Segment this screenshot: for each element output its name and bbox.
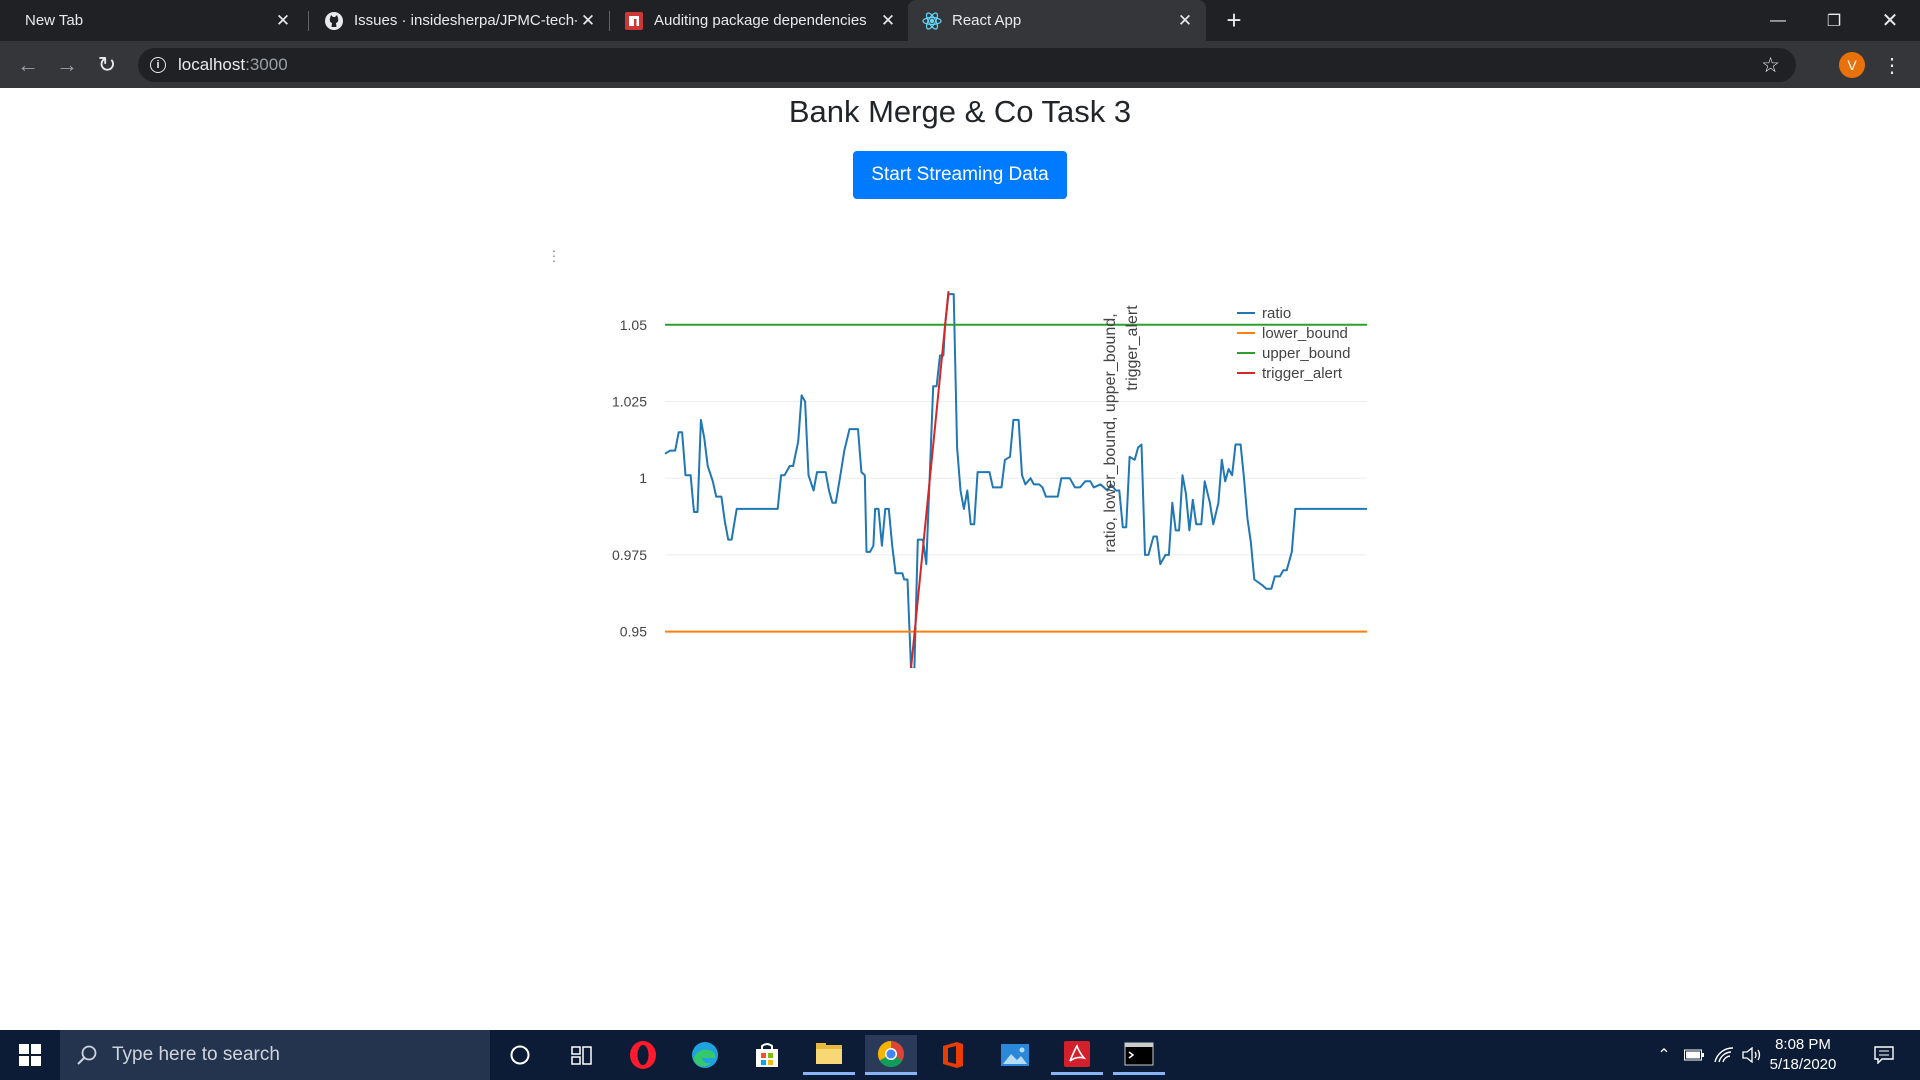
- legend-label: upper_bound: [1262, 345, 1350, 362]
- edge-icon[interactable]: [679, 1035, 731, 1075]
- legend-label: trigger_alert: [1262, 365, 1343, 382]
- page-title: Bank Merge & Co Task 3: [788, 94, 1132, 129]
- store-icon[interactable]: [741, 1035, 793, 1075]
- tab-github-issues[interactable]: Issues · insidesherpa/JPMC-tech- ✕: [312, 0, 607, 41]
- battery-icon[interactable]: [1682, 1030, 1706, 1080]
- y-axis-label-line1: ratio, lower_bound, upper_bound,: [1102, 313, 1119, 552]
- restore-icon[interactable]: ❐: [1806, 0, 1862, 41]
- tab-react-app[interactable]: React App ✕: [908, 0, 1206, 41]
- npm-icon: [624, 11, 644, 31]
- react-icon: [922, 11, 942, 31]
- chrome-icon[interactable]: [865, 1035, 917, 1075]
- legend-label: ratio: [1262, 305, 1291, 322]
- windows-taskbar: Type here to search ⌃ 8:08 PM 5/18/2020: [0, 1030, 1920, 1080]
- acrobat-icon[interactable]: [1051, 1035, 1103, 1075]
- series-line-trigger-alert: [910, 291, 950, 668]
- tab-separator: [609, 11, 610, 31]
- tab-strip: New Tab ✕ Issues · insidesherpa/JPMC-tec…: [0, 0, 1920, 41]
- y-axis-label-line2: trigger_alert: [1124, 305, 1141, 391]
- close-icon[interactable]: ✕: [272, 11, 294, 31]
- page-content: Bank Merge & Co Task 3 Start Streaming D…: [0, 88, 1920, 1030]
- tab-title: React App: [952, 12, 1022, 29]
- back-icon[interactable]: ←: [14, 51, 42, 79]
- ratio-chart: 0.950.97511.0251.052/11/20196/11/201910/…: [612, 291, 1367, 668]
- taskbar-clock[interactable]: 8:08 PM 5/18/2020: [1756, 1035, 1850, 1075]
- url-host: localhost: [178, 55, 246, 74]
- wifi-icon[interactable]: [1712, 1030, 1736, 1080]
- chart-axes: 0.950.97511.0251.052/11/20196/11/201910/…: [612, 317, 647, 640]
- taskbar-search-box[interactable]: Type here to search: [60, 1030, 490, 1080]
- close-icon[interactable]: ✕: [577, 11, 599, 31]
- notifications-icon[interactable]: [1864, 1030, 1904, 1080]
- cortana-icon[interactable]: [494, 1035, 546, 1075]
- tab-npm-auditing[interactable]: Auditing package dependencies ✕: [612, 0, 907, 41]
- github-icon: [324, 11, 344, 31]
- url-port: :3000: [245, 55, 288, 74]
- opera-icon[interactable]: [617, 1035, 669, 1075]
- search-placeholder: Type here to search: [112, 1044, 280, 1065]
- tab-title: New Tab: [25, 12, 84, 29]
- office-icon[interactable]: [927, 1035, 979, 1075]
- clock-time: 8:08 PM: [1775, 1036, 1831, 1053]
- clock-date: 5/18/2020: [1769, 1056, 1837, 1073]
- file-explorer-icon[interactable]: [803, 1035, 855, 1075]
- windows-start-icon[interactable]: [0, 1030, 60, 1080]
- y-tick-label: 1.05: [620, 317, 647, 333]
- close-icon[interactable]: ✕: [877, 11, 899, 31]
- start-streaming-button[interactable]: Start Streaming Data: [853, 151, 1067, 199]
- minimize-icon[interactable]: —: [1750, 0, 1806, 41]
- reload-icon[interactable]: ↻: [93, 51, 121, 79]
- new-tab-button[interactable]: +: [1220, 7, 1248, 35]
- photos-icon[interactable]: [989, 1035, 1041, 1075]
- tab-separator: [308, 11, 309, 31]
- browser-toolbar: ← → ↻ i localhost:3000 ☆ V ⋮: [0, 41, 1920, 88]
- search-icon: [77, 1045, 97, 1065]
- tab-title: Issues · insidesherpa/JPMC-tech-: [354, 12, 577, 29]
- browser-menu-icon[interactable]: ⋮: [1882, 52, 1902, 78]
- forward-icon[interactable]: →: [53, 51, 81, 79]
- close-icon[interactable]: ✕: [1174, 11, 1196, 31]
- show-hidden-icons-icon[interactable]: ⌃: [1652, 1030, 1676, 1080]
- task-view-icon[interactable]: [556, 1035, 608, 1075]
- tab-new-tab[interactable]: New Tab ✕: [10, 0, 300, 41]
- y-tick-label: 1: [639, 470, 647, 486]
- legend-label: lower_bound: [1262, 325, 1348, 342]
- y-tick-label: 0.95: [620, 624, 647, 640]
- close-window-icon[interactable]: ✕: [1862, 0, 1918, 41]
- tab-title: Auditing package dependencies: [654, 12, 867, 29]
- bookmark-star-icon[interactable]: ☆: [1761, 53, 1780, 78]
- address-bar[interactable]: i localhost:3000 ☆: [138, 48, 1796, 82]
- avatar[interactable]: V: [1839, 52, 1865, 78]
- y-tick-label: 1.025: [612, 394, 647, 410]
- terminal-icon[interactable]: [1113, 1035, 1165, 1075]
- info-icon[interactable]: i: [150, 57, 166, 73]
- chart-legend: ratio lower_bound upper_bound trigger_alert: [1237, 305, 1350, 382]
- y-tick-label: 0.975: [612, 547, 647, 563]
